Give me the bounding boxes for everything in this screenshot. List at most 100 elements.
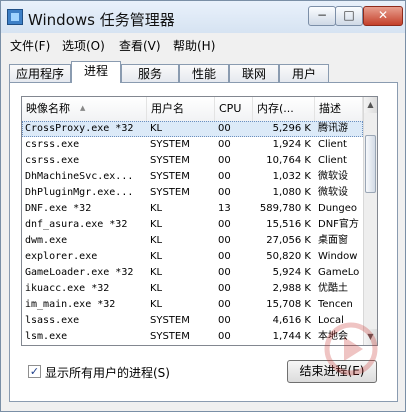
process-user-cell: SYSTEM [150, 171, 190, 182]
process-mem-cell: 1,924 K [272, 139, 311, 150]
process-name-cell: DhPluginMgr.exe... [25, 187, 134, 198]
window-title: Windows 任务管理器 [28, 11, 175, 29]
process-desc-cell: Window [318, 251, 358, 262]
vertical-scrollbar[interactable]: ▲ ▼ [363, 97, 377, 345]
process-desc-cell: Client [318, 139, 347, 150]
checkmark-icon: ✓ [29, 365, 40, 378]
menu-help[interactable]: 帮助(H) [173, 37, 215, 54]
column-image-name[interactable]: 映像名称 ▲ [22, 97, 147, 121]
process-row[interactable]: ikuacc.exe *32 KL 00 2,988 K 优酷土 [22, 281, 363, 297]
process-row[interactable]: csrss.exe SYSTEM 00 1,924 K Client [22, 137, 363, 153]
process-cpu-cell: 00 [218, 331, 231, 342]
process-mem-cell: 589,780 K [259, 203, 311, 214]
tab-networking[interactable]: 联网 [229, 64, 279, 83]
process-desc-cell: 优酷土 [318, 283, 348, 294]
process-name-cell: dnf_asura.exe *32 [25, 219, 128, 230]
process-rows: CrossProxy.exe *32 KL 00 5,296 K 腾讯游 csrss.ex… [22, 121, 363, 345]
scroll-up-arrow-icon[interactable]: ▲ [364, 97, 377, 113]
process-desc-cell: Client [318, 155, 347, 166]
process-row[interactable]: csrss.exe SYSTEM 00 10,764 K Client [22, 153, 363, 169]
menu-view[interactable]: 查看(V) [119, 37, 161, 54]
process-mem-cell: 10,764 K [266, 155, 311, 166]
process-mem-cell: 1,032 K [272, 171, 311, 182]
process-mem-cell: 1,744 K [272, 331, 311, 342]
process-cpu-cell: 00 [218, 219, 231, 230]
process-name-cell: csrss.exe [25, 139, 80, 150]
process-name-cell: DhMachineSvc.ex... [25, 171, 134, 182]
menu-bar: 文件(F) 选项(O) 查看(V) 帮助(H) [1, 34, 405, 56]
process-desc-cell: DNF官方 [318, 219, 359, 230]
process-mem-cell: 50,820 K [266, 251, 311, 262]
minimize-button[interactable]: − [308, 6, 336, 26]
process-cpu-cell: 00 [218, 251, 231, 262]
process-desc-cell: 微软设 [318, 187, 348, 198]
process-mem-cell: 5,924 K [272, 267, 311, 278]
tab-applications[interactable]: 应用程序 [9, 64, 71, 83]
sort-ascending-icon: ▲ [80, 104, 86, 112]
tab-processes[interactable]: 进程 [71, 61, 121, 83]
process-row[interactable]: CrossProxy.exe *32 KL 00 5,296 K 腾讯游 [22, 121, 363, 137]
process-mem-cell: 15,708 K [266, 299, 311, 310]
process-row[interactable]: lsm.exe SYSTEM 00 1,744 K 本地会 [22, 329, 363, 345]
process-cpu-cell: 00 [218, 171, 231, 182]
tab-performance[interactable]: 性能 [179, 64, 229, 83]
process-cpu-cell: 00 [218, 315, 231, 326]
process-row[interactable]: DhMachineSvc.ex... SYSTEM 00 1,032 K 微软设 [22, 169, 363, 185]
tab-users[interactable]: 用户 [279, 64, 329, 83]
process-row[interactable]: explorer.exe KL 00 50,820 K Window [22, 249, 363, 265]
column-memory[interactable]: 内存(... [253, 97, 315, 121]
task-manager-icon [7, 9, 23, 25]
menu-options[interactable]: 选项(O) [62, 37, 105, 54]
process-name-cell: explorer.exe [25, 251, 98, 262]
process-name-cell: im_main.exe *32 [25, 299, 116, 310]
process-mem-cell: 15,516 K [266, 219, 311, 230]
column-user-name[interactable]: 用户名 [147, 97, 215, 121]
process-row[interactable]: im_main.exe *32 KL 00 15,708 K Tencen [22, 297, 363, 313]
process-mem-cell: 5,296 K [272, 123, 311, 134]
column-image-name-label: 映像名称 [26, 102, 70, 115]
process-row[interactable]: DhPluginMgr.exe... SYSTEM 00 1,080 K 微软设 [22, 185, 363, 201]
process-desc-cell: Tencen [318, 299, 353, 310]
process-row[interactable]: dwm.exe KL 00 27,056 K 桌面窗 [22, 233, 363, 249]
column-header: 映像名称 ▲ 用户名 CPU 内存(... 描述 [22, 97, 363, 122]
show-all-users-label[interactable]: 显示所有用户的进程(S) [45, 364, 170, 381]
process-cpu-cell: 00 [218, 299, 231, 310]
process-name-cell: CrossProxy.exe *32 [25, 123, 134, 134]
tab-strip: 应用程序 进程 服务 性能 联网 用户 [9, 61, 399, 83]
process-name-cell: ikuacc.exe *32 [25, 283, 110, 294]
process-user-cell: SYSTEM [150, 139, 190, 150]
process-desc-cell: 本地会 [318, 331, 348, 342]
maximize-button[interactable]: □ [335, 6, 363, 26]
process-row[interactable]: lsass.exe SYSTEM 00 4,616 K Local [22, 313, 363, 329]
process-cpu-cell: 00 [218, 155, 231, 166]
scroll-down-arrow-icon[interactable]: ▼ [364, 329, 377, 345]
menu-file[interactable]: 文件(F) [10, 37, 50, 54]
process-mem-cell: 1,080 K [272, 187, 311, 198]
process-name-cell: dwm.exe [25, 235, 68, 246]
tab-services[interactable]: 服务 [121, 64, 179, 83]
process-user-cell: SYSTEM [150, 331, 190, 342]
process-desc-cell: 桌面窗 [318, 235, 348, 246]
process-cpu-cell: 13 [218, 203, 231, 214]
close-button[interactable]: ✕ [363, 6, 403, 26]
end-process-button[interactable]: 结束进程(E) [287, 360, 377, 383]
process-name-cell: GameLoader.exe *32 [25, 267, 134, 278]
title-bar: Windows 任务管理器 − □ ✕ [1, 1, 405, 33]
process-desc-cell: GameLo [318, 267, 360, 278]
show-all-users-checkbox[interactable]: ✓ [28, 365, 41, 378]
process-row[interactable]: GameLoader.exe *32 KL 00 5,924 K GameLo [22, 265, 363, 281]
process-row[interactable]: dnf_asura.exe *32 KL 00 15,516 K DNF官方 [22, 217, 363, 233]
process-desc-cell: 微软设 [318, 171, 348, 182]
process-user-cell: SYSTEM [150, 315, 190, 326]
column-cpu[interactable]: CPU [215, 97, 253, 121]
process-cpu-cell: 00 [218, 235, 231, 246]
process-name-cell: lsm.exe [25, 331, 68, 342]
process-desc-cell: Dungeo [318, 203, 357, 214]
process-list[interactable]: 映像名称 ▲ 用户名 CPU 内存(... 描述 CrossProxy.exe … [21, 96, 378, 346]
process-mem-cell: 2,988 K [272, 283, 311, 294]
column-description[interactable]: 描述 [315, 97, 363, 121]
process-row[interactable]: DNF.exe *32 KL 13 589,780 K Dungeo [22, 201, 363, 217]
scrollbar-thumb[interactable] [365, 135, 376, 193]
process-mem-cell: 27,056 K [266, 235, 311, 246]
process-user-cell: KL [150, 299, 163, 310]
